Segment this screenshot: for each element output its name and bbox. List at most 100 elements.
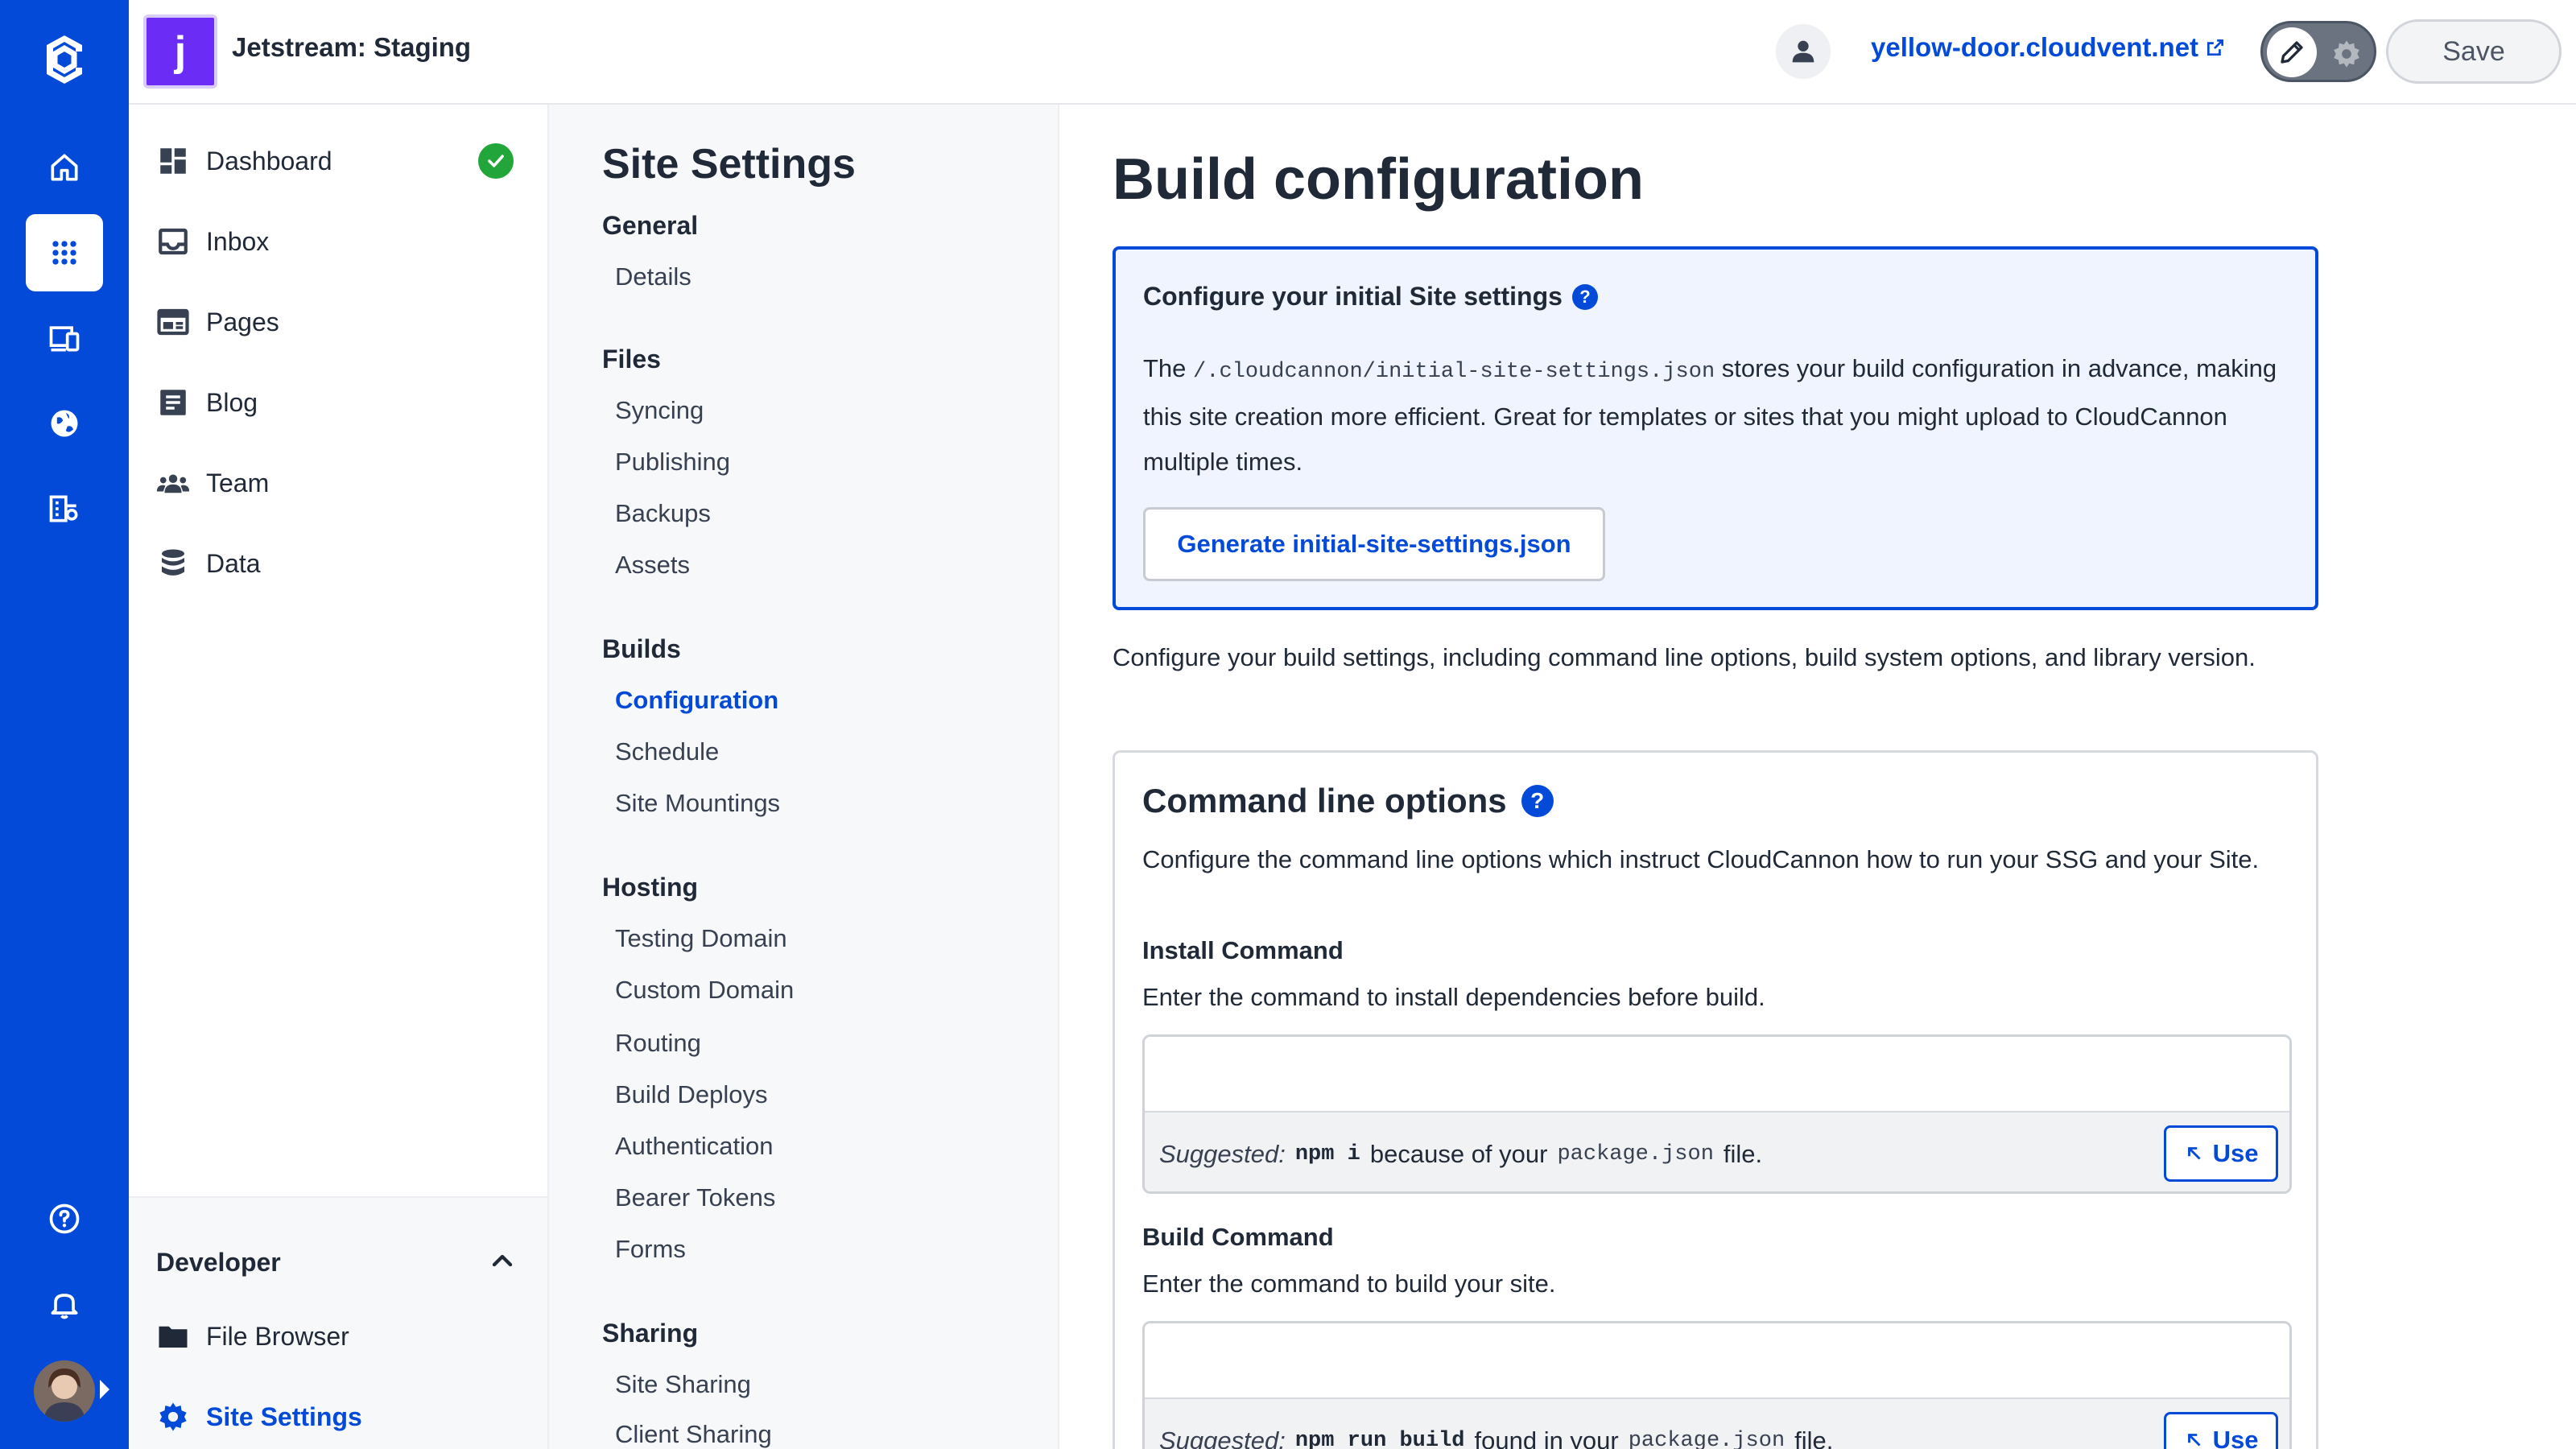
menu-link-forms[interactable]: Forms <box>615 1235 686 1264</box>
use-build-suggestion-button[interactable]: Use <box>2164 1412 2278 1449</box>
card-title: Command line options ? <box>1142 782 1554 820</box>
menu-link-authentication[interactable]: Authentication <box>615 1132 773 1161</box>
install-suggestion: Suggested: npm i because of your package… <box>1145 1111 2289 1191</box>
menu-group-general: General <box>602 211 699 240</box>
help-icon <box>49 1203 80 1234</box>
user-icon <box>1792 40 1814 63</box>
top-bar: j Jetstream: Staging yellow-door.cloudve… <box>129 0 2576 105</box>
apps-button[interactable] <box>26 214 103 291</box>
developer-section: Developer File Browser Site Settings <box>129 1196 547 1449</box>
nav-item-dashboard[interactable]: Dashboard <box>156 137 332 185</box>
settings-menu-title: Site Settings <box>602 141 856 188</box>
site-name[interactable]: Jetstream: Staging <box>232 32 471 63</box>
initial-settings-callout: Configure your initial Site settings ? T… <box>1113 246 2318 610</box>
save-button[interactable]: Save <box>2386 19 2562 84</box>
devices-icon <box>49 326 80 352</box>
avatar-image <box>34 1360 95 1422</box>
notifications-button[interactable] <box>26 1265 103 1343</box>
nav-item-data[interactable]: Data <box>156 539 261 588</box>
arrow-up-left-icon <box>2187 1434 2201 1447</box>
menu-link-testing-domain[interactable]: Testing Domain <box>615 924 787 953</box>
edit-mode-toggle[interactable] <box>2260 21 2376 82</box>
install-command-help: Enter the command to install dependencie… <box>1142 983 1765 1011</box>
page-title: Build configuration <box>1113 147 1644 212</box>
card-title-text: Command line options <box>1142 782 1507 819</box>
nav-item-inbox[interactable]: Inbox <box>156 217 269 266</box>
user-avatar[interactable] <box>34 1360 95 1422</box>
check-icon <box>478 143 514 179</box>
build-suggestion: Suggested: npm run build found in your p… <box>1145 1397 2289 1449</box>
site-navigation: Dashboard Inbox Pages Blog Team Data Dev… <box>129 105 549 1449</box>
install-command-label: Install Command <box>1142 936 1344 964</box>
menu-link-site-sharing[interactable]: Site Sharing <box>615 1370 751 1399</box>
nav-item-label: Blog <box>206 387 258 417</box>
pages-icon <box>157 308 189 336</box>
build-settings-description: Configure your build settings, including… <box>1113 643 2256 671</box>
install-command-input[interactable] <box>1145 1037 2289 1111</box>
help-button[interactable] <box>26 1180 103 1257</box>
nav-item-label: Dashboard <box>206 146 332 175</box>
menu-link-backups[interactable]: Backups <box>615 499 711 528</box>
gear-icon <box>159 1402 187 1431</box>
inbox-icon <box>159 228 188 255</box>
help-icon[interactable]: ? <box>1571 283 1598 310</box>
menu-link-build-deploys[interactable]: Build Deploys <box>615 1080 768 1109</box>
menu-link-configuration[interactable]: Configuration <box>615 686 778 715</box>
callout-title: Configure your initial Site settings ? <box>1143 282 1598 312</box>
nav-item-team[interactable]: Team <box>156 459 269 507</box>
nav-item-label: File Browser <box>206 1321 349 1351</box>
site-avatar[interactable]: j <box>143 14 217 89</box>
nav-item-file-browser[interactable]: File Browser <box>156 1312 349 1360</box>
use-install-suggestion-button[interactable]: Use <box>2164 1125 2278 1182</box>
organization-button[interactable] <box>26 470 103 547</box>
menu-link-syncing[interactable]: Syncing <box>615 396 704 425</box>
blog-icon <box>160 390 186 415</box>
menu-link-schedule[interactable]: Schedule <box>615 737 719 766</box>
nav-item-pages[interactable]: Pages <box>156 298 279 346</box>
file-path: /.cloudcannon/initial-site-settings.json <box>1193 360 1715 384</box>
menu-link-publishing[interactable]: Publishing <box>615 448 730 477</box>
menu-link-details[interactable]: Details <box>615 262 691 291</box>
nav-item-label: Team <box>206 468 270 497</box>
nav-item-blog[interactable]: Blog <box>156 378 258 427</box>
nav-item-label: Inbox <box>206 226 270 256</box>
team-icon <box>156 474 190 493</box>
pencil-icon <box>2281 41 2303 64</box>
build-command-field: Suggested: npm run build found in your p… <box>1142 1321 2292 1449</box>
help-icon[interactable]: ? <box>1521 785 1554 817</box>
account-button[interactable] <box>1776 24 1831 79</box>
callout-title-text: Configure your initial Site settings <box>1143 282 1563 311</box>
callout-text: The /.cloudcannon/initial-site-settings.… <box>1143 354 2277 476</box>
menu-link-client-sharing[interactable]: Client Sharing <box>615 1420 772 1449</box>
settings-menu: Site Settings General Details Files Sync… <box>549 105 1059 1449</box>
cloudcannon-logo-icon[interactable] <box>32 27 97 92</box>
nav-item-site-settings[interactable]: Site Settings <box>156 1393 362 1441</box>
home-button[interactable] <box>26 129 103 206</box>
menu-group-sharing: Sharing <box>602 1319 699 1348</box>
toggle-knob <box>2267 27 2317 77</box>
menu-link-routing[interactable]: Routing <box>615 1029 701 1058</box>
generate-settings-button[interactable]: Generate initial-site-settings.json <box>1143 507 1605 581</box>
globe-button[interactable] <box>26 385 103 462</box>
chevron-up-icon[interactable] <box>486 1245 518 1277</box>
menu-group-files: Files <box>602 345 661 374</box>
nav-item-label: Pages <box>206 307 279 336</box>
suggested-command: npm i <box>1294 1142 1360 1166</box>
site-url-link[interactable]: yellow-door.cloudvent.net <box>1871 32 2226 63</box>
menu-link-assets[interactable]: Assets <box>615 551 690 580</box>
menu-link-site-mountings[interactable]: Site Mountings <box>615 789 780 818</box>
menu-group-builds: Builds <box>602 634 681 663</box>
build-command-input[interactable] <box>1145 1323 2289 1397</box>
app-rail <box>0 0 129 1449</box>
build-command-label: Build Command <box>1142 1223 1334 1251</box>
menu-link-custom-domain[interactable]: Custom Domain <box>615 976 794 1005</box>
nav-item-label: Site Settings <box>206 1402 362 1431</box>
devices-button[interactable] <box>26 299 103 377</box>
card-description: Configure the command line options which… <box>1142 845 2260 873</box>
globe-icon <box>51 410 78 437</box>
avatar-caret-icon <box>100 1380 109 1399</box>
external-link-icon <box>2207 39 2224 56</box>
folder-icon <box>159 1326 188 1348</box>
menu-link-bearer-tokens[interactable]: Bearer Tokens <box>615 1183 775 1212</box>
developer-heading[interactable]: Developer <box>156 1248 281 1278</box>
